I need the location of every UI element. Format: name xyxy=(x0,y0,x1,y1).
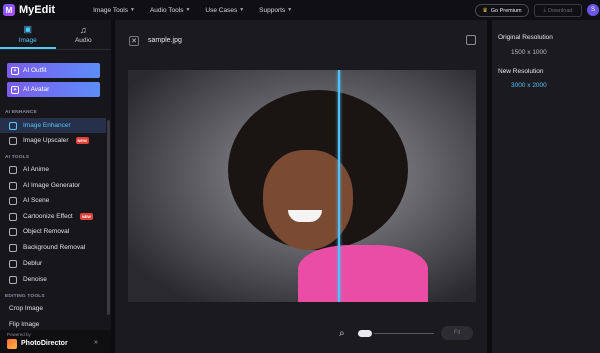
item-label: Image Enhancer xyxy=(23,122,71,129)
sidebar-item-ai-anime[interactable]: AI Anime xyxy=(0,162,106,177)
ai-avatar-label: AI Avatar xyxy=(23,86,50,93)
new-badge: NEW xyxy=(75,137,89,144)
section-ai-tools: AI TOOLS xyxy=(5,155,30,160)
item-label: Image Upscaler xyxy=(23,137,69,144)
chevron-down-icon: ▼ xyxy=(239,7,245,13)
compare-split-handle[interactable] xyxy=(338,70,340,302)
nav-label: Image Tools xyxy=(93,6,128,14)
sidebar-item-flip-image[interactable]: Flip Image xyxy=(9,321,39,328)
main-nav: Image Tools ▼ Audio Tools ▼ Use Cases ▼ Sup… xyxy=(93,7,307,14)
nav-label: Use Cases xyxy=(205,6,238,14)
file-name: sample.jpg xyxy=(148,37,182,44)
denoise-icon xyxy=(9,275,17,284)
sidebar-item-ai-scene[interactable]: AI Scene xyxy=(0,193,106,208)
audio-wave-icon: ♫ xyxy=(79,25,87,35)
section-editing-tools: EDITING TOOLS xyxy=(5,294,45,299)
sidebar-item-object-removal[interactable]: Object Removal xyxy=(0,224,106,239)
avatar[interactable]: S xyxy=(587,4,599,16)
ai-outfit-label: AI Outfit xyxy=(23,67,47,74)
nav-label: Supports xyxy=(259,6,286,14)
sidebar-item-ai-image-generator[interactable]: AI Image Generator xyxy=(0,178,106,193)
myedit-logo-icon: M xyxy=(3,4,15,16)
section-ai-enhance: AI ENHANCE xyxy=(5,110,37,115)
sidebar-item-cartoonize-effect[interactable]: Cartoonize Effect NEW xyxy=(0,209,106,224)
nav-image-tools[interactable]: Image Tools ▼ xyxy=(93,7,135,14)
item-label: Background Removal xyxy=(23,244,86,251)
top-bar: M MyEdit Image Tools ▼ Audio Tools ▼ Use C… xyxy=(0,0,600,20)
image-icon: ▣ xyxy=(23,23,32,34)
background-removal-icon xyxy=(9,243,17,252)
logo[interactable]: M MyEdit xyxy=(3,4,55,16)
item-label: AI Image Generator xyxy=(23,182,81,189)
photodirector-logo-icon xyxy=(7,339,17,349)
original-resolution-label: Original Resolution xyxy=(498,34,553,41)
premium-label: Go Premium xyxy=(490,7,522,14)
item-label: Cartoonize Effect xyxy=(23,213,73,220)
deblur-icon xyxy=(9,259,17,268)
sidebar-item-background-removal[interactable]: Background Removal xyxy=(0,240,106,255)
ai-avatar-button[interactable]: ✦ AI Avatar xyxy=(7,82,100,97)
new-badge: NEW xyxy=(79,213,94,220)
download-button[interactable]: ⤓ Download xyxy=(534,4,582,17)
nav-use-cases[interactable]: Use Cases ▼ xyxy=(205,7,244,14)
new-resolution-value: 3000 x 2000 xyxy=(511,82,547,89)
sidebar-scrollbar[interactable] xyxy=(107,120,110,315)
download-label: Download xyxy=(547,7,573,14)
ai-outfit-button[interactable]: ✦ AI Outfit xyxy=(7,63,100,78)
powered-by-label: Powered by xyxy=(7,332,31,337)
tab-image[interactable]: ▣ Image xyxy=(0,20,56,49)
scene-icon xyxy=(9,196,17,205)
chevron-down-icon: ▼ xyxy=(185,7,191,13)
enhance-icon xyxy=(9,121,17,130)
subject-shirt xyxy=(298,245,428,302)
download-icon: ⤓ xyxy=(543,7,546,13)
sidebar-item-crop-image[interactable]: Crop Image xyxy=(9,305,43,312)
object-removal-icon xyxy=(9,227,17,236)
upscale-icon xyxy=(9,136,17,145)
sparkle-icon: ✦ xyxy=(11,66,19,75)
sidebar: ▣ Image ♫ Audio ✦ AI Outfit ✦ AI Avatar AI E… xyxy=(0,20,111,353)
item-label: AI Anime xyxy=(23,166,50,173)
zoom-toggle[interactable] xyxy=(358,330,372,337)
compare-view-icon[interactable] xyxy=(466,35,476,45)
chevron-down-icon: ▼ xyxy=(287,7,293,13)
main-workspace: ✕ sample.jpg ⌕ Fit xyxy=(115,20,487,353)
resolution-panel: Original Resolution 1500 x 1000 New Reso… xyxy=(492,20,600,353)
original-resolution-value: 1500 x 1000 xyxy=(511,49,547,56)
nav-label: Audio Tools xyxy=(149,6,184,14)
powered-by-panel[interactable]: Powered by PhotoDirector » xyxy=(0,330,111,353)
sidebar-item-deblur[interactable]: Deblur xyxy=(0,256,106,271)
item-label: Object Removal xyxy=(23,228,70,235)
anime-icon xyxy=(9,165,17,174)
new-resolution-label: New Resolution xyxy=(498,68,544,75)
item-label: Denoise xyxy=(23,276,47,283)
sidebar-item-image-enhancer[interactable]: Image Enhancer xyxy=(0,118,106,133)
image-generator-icon xyxy=(9,181,17,190)
nav-audio-tools[interactable]: Audio Tools ▼ xyxy=(150,7,190,14)
collapse-sidebar-icon[interactable]: » xyxy=(94,339,98,346)
tab-audio[interactable]: ♫ Audio xyxy=(56,20,112,49)
sparkle-icon: ✦ xyxy=(11,85,19,94)
item-label: Deblur xyxy=(23,260,43,267)
chevron-down-icon: ▼ xyxy=(130,7,135,13)
close-icon[interactable]: ✕ xyxy=(129,36,139,46)
tab-label: Image xyxy=(18,36,37,44)
fit-button[interactable]: Fit xyxy=(441,326,473,340)
tab-bar: ▣ Image ♫ Audio xyxy=(0,20,111,50)
zoom-icon[interactable]: ⌕ xyxy=(339,328,345,339)
zoom-slider[interactable] xyxy=(374,333,434,334)
item-label: AI Scene xyxy=(23,197,50,204)
image-preview[interactable] xyxy=(128,70,476,302)
crown-icon: ♛ xyxy=(482,8,488,14)
cartoonize-icon xyxy=(9,212,17,221)
sidebar-item-image-upscaler[interactable]: Image Upscaler NEW xyxy=(0,133,106,148)
go-premium-button[interactable]: ♛ Go Premium xyxy=(475,4,529,17)
app-name: MyEdit xyxy=(19,4,56,16)
nav-supports[interactable]: Supports ▼ xyxy=(259,7,292,14)
photodirector-name: PhotoDirector xyxy=(21,340,68,347)
tab-label: Audio xyxy=(74,37,92,44)
sidebar-item-denoise[interactable]: Denoise xyxy=(0,272,106,287)
